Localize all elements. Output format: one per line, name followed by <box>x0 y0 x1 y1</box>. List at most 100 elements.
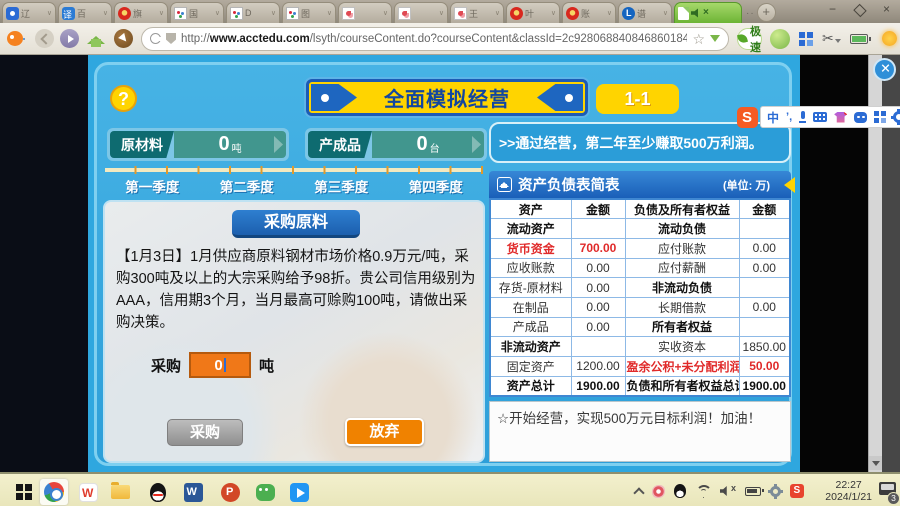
browser-logo-icon[interactable] <box>7 31 29 46</box>
flower-tray-icon[interactable] <box>652 485 665 498</box>
flower-tab-icon <box>342 7 355 20</box>
quantity-input[interactable]: 0 <box>189 352 251 378</box>
volume-muted-icon[interactable] <box>720 485 736 497</box>
dropdown-icon[interactable] <box>710 35 720 47</box>
flower-tab-icon <box>398 7 411 20</box>
scissors-dropdown-icon[interactable] <box>835 39 841 46</box>
month-timeline <box>105 166 483 174</box>
browser-tab[interactable]: 旗∨ <box>114 2 168 23</box>
stat-number: 0 <box>218 133 229 156</box>
active-tab[interactable]: × <box>674 2 742 23</box>
favorite-star-icon[interactable]: ☆ <box>692 32 705 46</box>
browser-tab[interactable]: 辽∨ <box>2 2 56 23</box>
keyboard-icon[interactable] <box>813 112 827 122</box>
skin-icon[interactable] <box>834 112 847 123</box>
quarter-label[interactable]: 第三季度 <box>294 176 389 196</box>
tab-dropdown-icon[interactable]: ∨ <box>271 9 276 17</box>
explorer-taskbar-button[interactable] <box>106 479 134 505</box>
gear-icon[interactable] <box>770 486 781 497</box>
forward-icon[interactable] <box>60 29 79 48</box>
refresh-icon[interactable] <box>150 33 161 44</box>
tab-close-icon[interactable]: × <box>703 8 709 18</box>
qq-taskbar-button[interactable] <box>144 479 172 505</box>
browser-tab[interactable]: 账∨ <box>562 2 616 23</box>
chevron-up-icon[interactable] <box>633 487 644 498</box>
balance-header-row: 资产金额负债及所有者权益金额 <box>490 199 790 219</box>
tab-label: D <box>245 8 269 18</box>
start-taskbar-button[interactable] <box>10 479 38 505</box>
home-icon[interactable] <box>87 31 105 47</box>
page-content: 中 ’, ? 全面模拟经营 1-1 原材料0吨产成品0台 第一季度第二季度第三季… <box>0 55 900 472</box>
tab-dropdown-icon[interactable]: ∨ <box>663 9 668 17</box>
taskbar-clock[interactable]: 22:27 2024/1/21 <box>825 479 872 503</box>
help-button[interactable]: ? <box>110 85 137 112</box>
battery-icon[interactable] <box>745 487 761 496</box>
balance-cell: 应付账款 <box>625 238 739 258</box>
wechat-taskbar-button[interactable] <box>251 479 279 505</box>
browser-tab[interactable]: 百∨ <box>58 2 112 23</box>
stat-label: 产成品 <box>308 131 372 158</box>
tab-dropdown-icon[interactable]: ∨ <box>103 9 108 17</box>
gearblue-icon[interactable] <box>893 111 900 123</box>
abandon-button[interactable]: 放弃 <box>345 418 424 446</box>
flower-tab-icon <box>454 7 467 20</box>
battery-saver-icon[interactable] <box>850 34 868 44</box>
grid4-icon[interactable] <box>874 111 886 123</box>
cursor-badge-icon[interactable] <box>114 29 133 48</box>
sogou-tray-icon[interactable] <box>790 484 804 498</box>
quarter-label[interactable]: 第四季度 <box>389 176 484 196</box>
restore-button[interactable] <box>846 0 873 20</box>
tab-dropdown-icon[interactable]: ∨ <box>439 9 444 17</box>
tab-dropdown-icon[interactable]: ∨ <box>159 9 164 17</box>
tab-dropdown-icon[interactable]: ∨ <box>215 9 220 17</box>
wps-icon <box>79 483 98 502</box>
browser-taskbar-button[interactable] <box>40 479 68 505</box>
tab-dropdown-icon[interactable]: ∨ <box>607 9 612 17</box>
robot-icon[interactable] <box>854 112 867 123</box>
overlay-close-icon[interactable] <box>873 58 896 81</box>
new-tab-button[interactable]: + <box>757 3 776 22</box>
address-bar[interactable]: http://www.acctedu.com/lsyth/courseConte… <box>141 27 729 51</box>
browser-tab[interactable]: 谱∨ <box>618 2 672 23</box>
browser-tab[interactable]: 图∨ <box>282 2 336 23</box>
url-text[interactable]: http://www.acctedu.com/lsyth/courseConte… <box>181 33 687 45</box>
close-window-button[interactable]: × <box>873 0 900 20</box>
speed-mode-button[interactable]: 极速 <box>737 28 762 50</box>
brightness-icon[interactable] <box>882 31 897 46</box>
tab-dropdown-icon[interactable]: ∨ <box>47 9 52 17</box>
scrollbar-down-button[interactable] <box>869 456 883 470</box>
qq-tray-icon[interactable] <box>674 484 686 498</box>
back-icon[interactable] <box>35 29 54 48</box>
language-mode-icon[interactable]: 中 <box>767 109 779 126</box>
browser-tab[interactable]: D∨ <box>226 2 280 23</box>
browser-tab[interactable]: 叶∨ <box>506 2 560 23</box>
browser-tab[interactable]: 国∨ <box>170 2 224 23</box>
browser-tab[interactable]: 王∨ <box>450 2 504 23</box>
quarter-label[interactable]: 第二季度 <box>200 176 295 196</box>
minimize-button[interactable]: − <box>819 0 846 20</box>
balance-cell: 产成品 <box>490 317 571 337</box>
collapse-arrow-icon[interactable] <box>776 177 795 193</box>
user-avatar[interactable] <box>770 29 790 49</box>
tab-sound-icon[interactable] <box>691 8 701 18</box>
browser-tab[interactable]: ∨ <box>394 2 448 23</box>
wps-taskbar-button[interactable] <box>74 479 102 505</box>
balance-cell: 盈余公积+未分配利润 <box>625 357 739 377</box>
balance-cell: 应收账款 <box>490 258 571 278</box>
tab-dropdown-icon[interactable]: ∨ <box>383 9 388 17</box>
extensions-grid-icon[interactable] <box>799 32 813 46</box>
tab-dropdown-icon[interactable]: ∨ <box>495 9 500 17</box>
word-taskbar-button[interactable] <box>179 479 207 505</box>
ppt-taskbar-button[interactable] <box>216 479 244 505</box>
tab-dropdown-icon[interactable]: ∨ <box>327 9 332 17</box>
quarter-label[interactable]: 第一季度 <box>105 176 200 196</box>
mic-icon[interactable] <box>799 111 806 123</box>
screenshot-scissors-icon[interactable]: ✂ <box>822 31 834 47</box>
wifi-icon[interactable] <box>695 485 711 497</box>
browser-tab[interactable]: ∨ <box>338 2 392 23</box>
sogou-logo-icon[interactable] <box>737 107 758 128</box>
punctuation-mode-icon[interactable]: ’, <box>786 111 792 123</box>
video-taskbar-button[interactable] <box>285 479 313 505</box>
buy-button[interactable]: 采购 <box>167 419 243 446</box>
tab-dropdown-icon[interactable]: ∨ <box>551 9 556 17</box>
